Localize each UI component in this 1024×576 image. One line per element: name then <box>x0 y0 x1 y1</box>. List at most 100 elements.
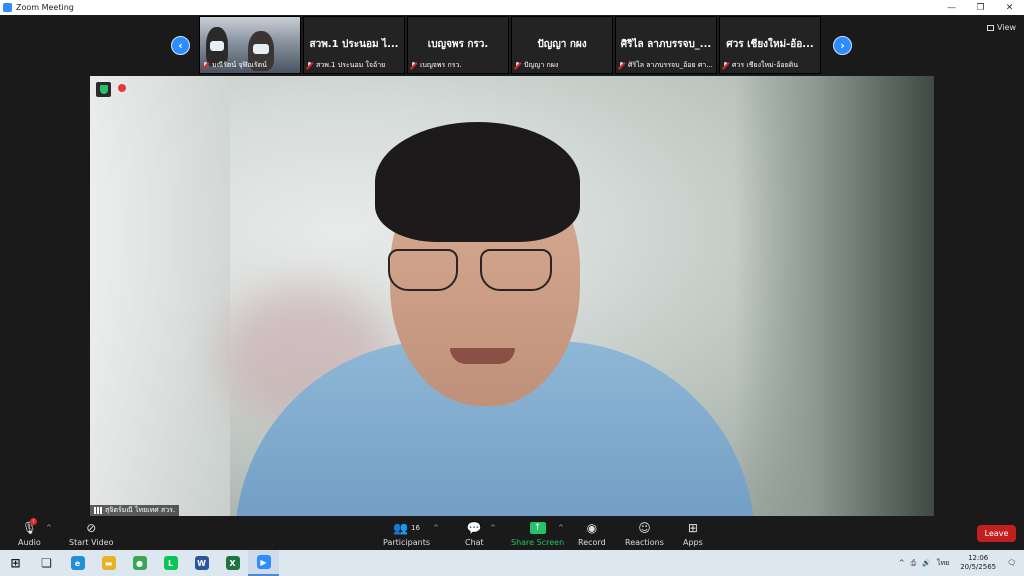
muted-mic-icon <box>410 62 417 69</box>
window-title: Zoom Meeting <box>16 3 74 12</box>
apps-button[interactable]: ⊞ Apps <box>683 520 703 548</box>
participant-tile[interactable]: ศวร เชียงใหม่-อ้อ... ศวร เชียงใหม่-อ้อยด… <box>719 16 821 74</box>
participant-count: 16 <box>411 523 420 532</box>
view-button[interactable]: View <box>987 23 1016 32</box>
participant-name: ปัญญา กผง <box>524 61 559 69</box>
encryption-shield-icon[interactable] <box>96 82 111 97</box>
taskbar-task-view-button[interactable]: ❏ <box>31 550 62 576</box>
speaker-glasses-left <box>388 249 458 291</box>
record-button[interactable]: ◉ Record <box>578 520 606 548</box>
muted-mic-icon <box>618 62 625 69</box>
participant-display-name: ศิริไล ลาภบรรจบ_... <box>620 39 712 50</box>
apps-icon: ⊞ <box>687 520 698 535</box>
speaker-glasses-right <box>480 249 552 291</box>
window-controls: — ❐ ✕ <box>937 0 1024 15</box>
recording-indicator[interactable]: Recording <box>118 84 164 92</box>
speaker-name: สุจิตร์มณี ไทยเทศ สวร. <box>105 506 176 514</box>
participant-tile[interactable]: เบญจพร กรว. เบญจพร กรว. <box>407 16 509 74</box>
file-explorer-icon: ▬ <box>101 556 116 570</box>
reactions-icon: ☺ <box>638 520 651 535</box>
share-options-caret[interactable]: ^ <box>558 524 564 532</box>
record-icon: ◉ <box>586 520 598 535</box>
taskbar-excel-button[interactable]: X <box>217 550 248 576</box>
share-screen-label: Share Screen <box>511 538 565 547</box>
next-page-button[interactable]: › <box>833 36 852 55</box>
zoom-app-icon <box>3 3 12 12</box>
participant-name: สวพ.1 ประนอม ใจอ้าย <box>316 61 386 69</box>
task-view-icon: ❏ <box>41 556 52 570</box>
edge-icon: e <box>70 556 85 570</box>
zoom-icon: ▶ <box>256 555 271 569</box>
minimize-button[interactable]: — <box>937 0 966 15</box>
system-tray: ^ ⎙ 🔊 ไทย 12:06 20/5/2565 🗨 <box>896 550 1024 576</box>
speaker-mouth <box>450 348 515 364</box>
participant-display-name: สวพ.1 ประนอม ไ... <box>309 39 399 50</box>
participant-tile[interactable]: มณีรัตน์ จุฬิณรัตน์ <box>199 16 301 74</box>
recording-dot-icon <box>118 84 126 92</box>
taskbar-edge-button[interactable]: e <box>62 550 93 576</box>
participant-caption: ศวร เชียงใหม่-อ้อยดิน <box>722 60 798 71</box>
chat-options-caret[interactable]: ^ <box>490 524 496 532</box>
title-bar: Zoom Meeting — ❐ ✕ <box>0 0 1024 15</box>
apps-label: Apps <box>683 538 703 547</box>
audio-button[interactable]: 🎙! Audio <box>18 518 41 547</box>
start-video-button[interactable]: ⊘ Start Video <box>69 520 114 548</box>
active-speaker-video <box>90 76 934 516</box>
windows-start-icon: ⊞ <box>10 556 21 570</box>
leave-button[interactable]: Leave <box>977 525 1016 542</box>
taskbar-line-button[interactable]: L <box>155 550 186 576</box>
meeting-toolbar: 🎙! Audio ^ ⊘ Start Video 👥 16 Participant… <box>0 516 1024 550</box>
participant-tile[interactable]: ศิริไล ลาภบรรจบ_... ศิริไล ลาภบรรจบ_อ้อย… <box>615 16 717 74</box>
taskbar-chrome-button[interactable]: ● <box>124 550 155 576</box>
taskbar-word-button[interactable]: W <box>186 550 217 576</box>
audio-warning-badge: ! <box>29 518 37 525</box>
network-icon[interactable]: ⎙ <box>911 559 917 568</box>
participants-icon: 👥 16 <box>393 520 420 535</box>
show-hidden-icons-icon[interactable]: ^ <box>899 559 905 567</box>
participant-name: มณีรัตน์ จุฬิณรัตน์ <box>212 61 267 69</box>
participant-tile[interactable]: สวพ.1 ประนอม ไ... สวพ.1 ประนอม ใจอ้าย <box>303 16 405 74</box>
face-mask <box>210 41 224 51</box>
background-blur <box>734 76 934 516</box>
participant-caption: เบญจพร กรว. <box>410 60 462 71</box>
taskbar-file-explorer-button[interactable]: ▬ <box>93 550 124 576</box>
background-blur <box>90 76 230 516</box>
audio-label: Audio <box>18 538 41 547</box>
participant-strip: ‹ มณีรัตน์ จุฬิณรัตน์ สวพ.1 ประนอม ไ... … <box>0 15 1024 75</box>
notifications-icon[interactable]: 🗨 <box>1007 559 1016 567</box>
taskbar-windows-start-button[interactable]: ⊞ <box>0 550 31 576</box>
share-screen-button[interactable]: ↑ Share Screen <box>511 520 564 547</box>
grid-view-icon <box>987 24 995 31</box>
word-icon: W <box>194 556 209 570</box>
volume-icon[interactable]: 🔊 <box>922 559 931 567</box>
reactions-button[interactable]: ☺ Reactions <box>625 520 664 548</box>
restore-button[interactable]: ❐ <box>966 0 995 15</box>
start-video-label: Start Video <box>69 538 114 547</box>
taskbar-zoom-button[interactable]: ▶ <box>248 550 279 576</box>
muted-mic-icon <box>306 62 313 69</box>
participant-tile[interactable]: ปัญญา กผง ปัญญา กผง <box>511 16 613 74</box>
chat-button[interactable]: 💬 Chat <box>465 520 484 548</box>
chat-label: Chat <box>465 538 484 547</box>
input-language[interactable]: ไทย <box>937 558 949 569</box>
muted-mic-icon <box>202 62 209 69</box>
recording-label: Recording <box>129 84 165 92</box>
microphone-icon: 🎙! <box>21 518 37 535</box>
participant-display-name: เบญจพร กรว. <box>427 39 489 50</box>
participant-name: ศวร เชียงใหม่-อ้อยดิน <box>732 61 799 69</box>
windows-taskbar: ⊞ ❏ e ▬ ● L W X ▶ ^ ⎙ 🔊 ไทย 12:06 20/5/2565 🗨 <box>0 550 1024 576</box>
previous-page-button[interactable]: ‹ <box>171 36 190 55</box>
participants-button[interactable]: 👥 16 Participants <box>383 520 430 548</box>
muted-mic-icon <box>514 62 521 69</box>
close-button[interactable]: ✕ <box>995 0 1024 15</box>
participant-display-name: ปัญญา กผง <box>537 39 587 50</box>
record-label: Record <box>578 538 606 547</box>
muted-mic-icon <box>722 62 729 69</box>
participants-options-caret[interactable]: ^ <box>433 524 439 532</box>
participant-name: ศิริไล ลาภบรรจบ_อ้อย ศา... <box>628 61 713 69</box>
taskbar-apps: ⊞ ❏ e ▬ ● L W X ▶ <box>0 550 279 576</box>
clock-time: 12:06 <box>968 554 989 562</box>
audio-options-caret[interactable]: ^ <box>46 524 52 532</box>
participants-label: Participants <box>383 538 430 547</box>
clock[interactable]: 12:06 20/5/2565 <box>960 554 996 572</box>
